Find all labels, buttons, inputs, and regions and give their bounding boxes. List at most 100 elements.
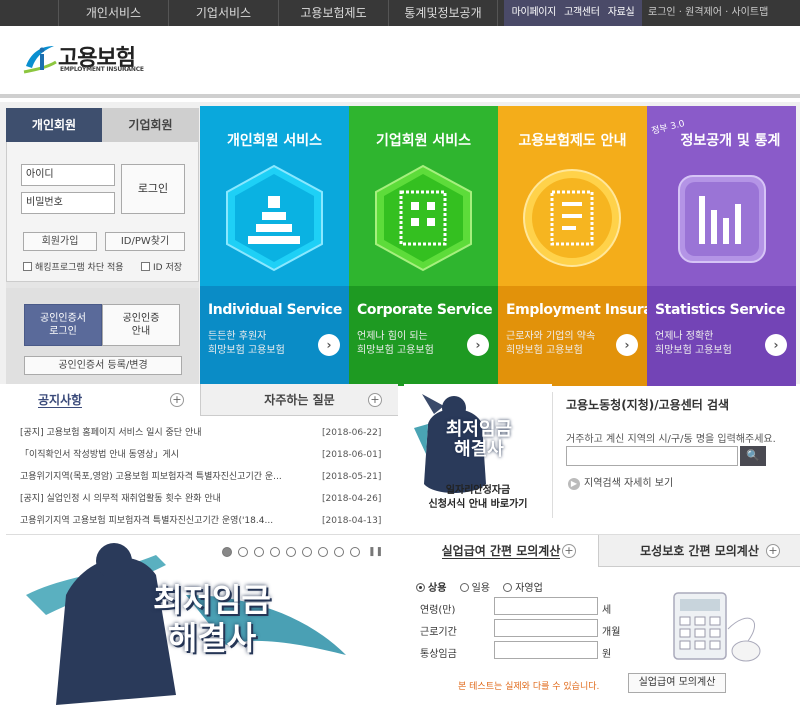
archive-link[interactable]: 자료실 xyxy=(608,7,635,18)
carousel-dot[interactable] xyxy=(286,547,296,557)
notice-date: [2018-06-22] xyxy=(322,428,382,438)
login-panel: 개인회원 기업회원 아이디 비밀번호 로그인 회원가입 ID/PW찾기 해킹프로… xyxy=(6,108,199,386)
list-item[interactable]: 고용위기지역(목포,영암) 고용보험 피보험자격 특별자진신고기간 운... [2… xyxy=(20,466,392,488)
banner-headline-line1: 최저임금 xyxy=(445,419,513,440)
tile-title: 개인회원 서비스 xyxy=(226,133,323,149)
banner-headline-line1: 최저임금 xyxy=(153,581,271,619)
top-nav-system[interactable]: 고용보험제도 xyxy=(278,0,388,26)
min-wage-banner-small[interactable]: 최저임금 해결사 일자리안정자금 신청서식 안내 바로가기 xyxy=(404,384,552,530)
radio-daily[interactable]: 일용 xyxy=(459,583,490,594)
tile-statistics-service[interactable]: 정보공개 및 통계 정부 3.0 Statistics Service 언제나 … xyxy=(647,106,796,386)
unemployment-calc-button[interactable]: 실업급여 모의계산 xyxy=(628,673,726,693)
notice-title: [공지] 실업인정 시 의무적 재취업활동 횟수 완화 안내 xyxy=(20,494,221,504)
notice-date: [2018-06-01] xyxy=(322,450,382,460)
checkbox-icon xyxy=(141,262,150,271)
top-nav-menu: 개인서비스 기업서비스 고용보험제도 통계및정보공개 xyxy=(58,0,498,26)
carousel-dot[interactable] xyxy=(254,547,264,557)
tile-en-title: Statistics Service xyxy=(655,302,786,318)
document-icon xyxy=(523,169,621,267)
arrow-right-icon[interactable]: › xyxy=(467,334,489,356)
age-input[interactable] xyxy=(494,597,598,615)
notice-more-plus-icon[interactable]: + xyxy=(170,393,184,407)
work-period-input[interactable] xyxy=(494,619,598,637)
header: 고용보험 EMPLOYMENT INSURANCE xyxy=(0,26,800,98)
carousel-dot[interactable] xyxy=(270,547,280,557)
carousel-dot[interactable] xyxy=(334,547,344,557)
calc-note: 본 테스트는 실제와 다를 수 있습니다. xyxy=(458,682,600,692)
id-input[interactable]: 아이디 xyxy=(21,164,115,186)
tile-employment-insurance[interactable]: 고용보험제도 안내 Employment Insurance 근로자와 기업의 … xyxy=(498,106,647,386)
search-description: 거주하고 계신 지역의 시/구/동 명을 입력해주세요. xyxy=(566,434,776,445)
notice-date: [2018-04-13] xyxy=(322,516,382,526)
list-item[interactable]: 「이직확인서 작성방법 안내 동영상」게시 [2018-06-01] xyxy=(20,444,392,466)
logo-mark-icon xyxy=(23,46,57,74)
carousel-dot[interactable] xyxy=(350,547,360,557)
maternity-plus-icon[interactable]: + xyxy=(766,544,780,558)
region-search-detail-link[interactable]: ▶ 지역검색 자세히 보기 xyxy=(568,474,673,490)
site-logo[interactable]: 고용보험 EMPLOYMENT INSURANCE xyxy=(22,40,152,80)
mypage-link[interactable]: 마이페이지 xyxy=(512,7,557,18)
carousel-dot[interactable] xyxy=(318,547,328,557)
tile-sub-line1: 언제나 힘이 되는 xyxy=(357,331,428,342)
radio-daily-label: 일용 xyxy=(471,583,490,594)
carousel-dot[interactable] xyxy=(222,547,232,557)
password-input[interactable]: 비밀번호 xyxy=(21,192,115,214)
radio-self-employed-label: 자영업 xyxy=(515,583,543,594)
notice-title: [공지] 고용보험 홈페이지 서비스 일시 중단 안내 xyxy=(20,428,202,438)
carousel-dots: ❚❚ xyxy=(222,547,383,557)
faq-more-plus-icon[interactable]: + xyxy=(368,393,382,407)
work-period-unit: 개월 xyxy=(602,627,621,638)
tile-individual-service[interactable]: 개인회원 서비스 Individual Service 든든한 후원자 희망보험 … xyxy=(200,106,349,386)
tile-sub-line1: 든든한 후원자 xyxy=(208,331,267,342)
tile-sub-line1: 언제나 정확한 xyxy=(655,331,714,342)
center-search-panel: 고용노동청(지청)/고용센터 검색 거주하고 계신 지역의 시/구/동 명을 입… xyxy=(552,384,800,530)
radio-regular[interactable]: 상용 xyxy=(416,583,446,594)
top-nav-stats[interactable]: 통계및정보공개 xyxy=(388,0,498,26)
login-button[interactable]: 로그인 xyxy=(121,164,185,214)
hack-block-label: 해킹프로그램 차단 적용 xyxy=(35,263,124,273)
tile-corporate-service[interactable]: 기업회원 서비스 Corporate Service 언제나 힘이 되는 희망보험… xyxy=(349,106,498,386)
wage-label: 통상임금 xyxy=(420,649,457,660)
radio-self-employed[interactable]: 자영업 xyxy=(503,583,543,594)
carousel-dot[interactable] xyxy=(302,547,312,557)
arrow-right-icon[interactable]: › xyxy=(616,334,638,356)
banner-headline-line2: 해결사 xyxy=(167,619,257,657)
unemployment-plus-icon[interactable]: + xyxy=(562,544,576,558)
building-icon xyxy=(375,164,472,272)
list-item[interactable]: [공지] 고용보험 홈페이지 서비스 일시 중단 안내 [2018-06-22] xyxy=(20,422,392,444)
banner-headline: 최저임금 해결사 xyxy=(414,420,544,460)
cert-register-button[interactable]: 공인인증서 등록/변경 xyxy=(24,356,182,375)
tile-en-title: Employment Insurance xyxy=(506,302,647,318)
tab-business-member[interactable]: 기업회원 xyxy=(102,108,199,142)
age-label: 연령(만) xyxy=(420,605,456,616)
save-id-checkbox[interactable]: ID 저장 xyxy=(141,260,182,273)
customer-center-link[interactable]: 고객센터 xyxy=(564,7,600,18)
bottom-area: 최저임금 해결사 ❚❚ 실업급여 간편 모의계산 + 모성보호 간편 모의계산 +… xyxy=(6,534,800,705)
cert-login-button[interactable]: 공인인증서 로그인 xyxy=(24,304,102,346)
tile-subtitle: 언제나 정확한 희망보험 고용보험 xyxy=(655,330,765,358)
wage-input[interactable] xyxy=(494,641,598,659)
top-nav-business[interactable]: 기업서비스 xyxy=(168,0,278,26)
top-nav-personal[interactable]: 개인서비스 xyxy=(58,0,168,26)
cert-guide-button[interactable]: 공인인증 안내 xyxy=(102,304,180,346)
arrow-right-icon[interactable]: › xyxy=(765,334,787,356)
tile-sub-line2: 희망보험 고용보험 xyxy=(506,345,583,356)
pause-icon[interactable]: ❚❚ xyxy=(368,547,383,557)
banner-headline-line2: 해결사 xyxy=(454,439,504,460)
list-item[interactable]: 고용위기지역 고용보험 피보험자격 특별자진신고기간 운영('18.4... [2… xyxy=(20,510,392,532)
tab-personal-member[interactable]: 개인회원 xyxy=(6,108,102,142)
min-wage-banner-large[interactable]: 최저임금 해결사 ❚❚ xyxy=(6,535,400,705)
region-search-input[interactable] xyxy=(566,446,738,466)
tile-subtitle: 언제나 힘이 되는 희망보험 고용보험 xyxy=(357,330,467,358)
hack-block-checkbox[interactable]: 해킹프로그램 차단 적용 xyxy=(23,260,124,273)
carousel-dot[interactable] xyxy=(238,547,248,557)
join-button[interactable]: 회원가입 xyxy=(23,232,97,251)
calculator-panel: 실업급여 간편 모의계산 + 모성보호 간편 모의계산 + 상용 일용 자영업 … xyxy=(402,535,800,705)
list-item[interactable]: [공지] 실업인정 시 의무적 재취업활동 횟수 완화 안내 [2018-04-2… xyxy=(20,488,392,510)
top-nav-right-links[interactable]: 로그인 · 원격제어 · 사이트맵 xyxy=(648,0,768,26)
find-idpw-button[interactable]: ID/PW찾기 xyxy=(105,232,185,251)
notice-title: 「이직확인서 작성방법 안내 동영상」게시 xyxy=(20,450,180,460)
search-icon[interactable]: 🔍 xyxy=(740,446,766,466)
radio-icon xyxy=(503,583,513,592)
arrow-right-icon[interactable]: › xyxy=(318,334,340,356)
